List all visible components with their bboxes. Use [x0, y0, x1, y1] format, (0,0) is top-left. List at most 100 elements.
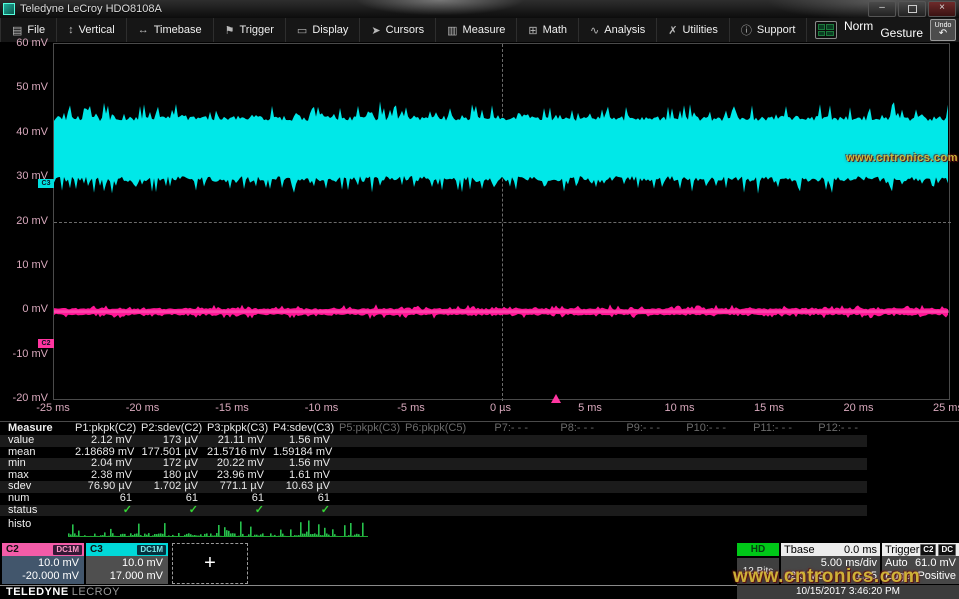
- measure-column-header[interactable]: P5:pkpk(C3): [339, 422, 405, 435]
- menu-item-measure[interactable]: ▥Measure: [436, 18, 517, 42]
- measure-value-cell: [735, 493, 801, 505]
- measure-column-header[interactable]: P7:- - -: [471, 422, 537, 435]
- trigger-source-badge: C2: [920, 544, 936, 556]
- channel-box-c3[interactable]: C3DC1M10.0 mV17.000 mV: [86, 543, 168, 584]
- menu-item-math[interactable]: ⊞Math: [517, 18, 579, 42]
- measure-column-header[interactable]: P12:- - -: [801, 422, 867, 435]
- display-grid-button[interactable]: [815, 21, 837, 39]
- measure-value-cell: [735, 447, 801, 459]
- channel-offset: -20.000 mV: [2, 570, 79, 583]
- measure-column-header[interactable]: P6:pkpk(C5): [405, 422, 471, 435]
- status-bar: TELEDYNE LECROY 10/15/2017 3:46:20 PM: [0, 585, 959, 599]
- measure-value-cell: [471, 447, 537, 459]
- menu-item-label: Measure: [463, 24, 506, 36]
- measure-value-cell: [603, 435, 669, 447]
- menu-item-label: Timebase: [154, 24, 202, 36]
- measure-column-header[interactable]: P8:- - -: [537, 422, 603, 435]
- measure-value-cell: [537, 447, 603, 459]
- measure-value-cell: [537, 458, 603, 470]
- menu-item-label: Analysis: [604, 24, 645, 36]
- menu-item-timebase[interactable]: ↔ Timebase: [127, 18, 214, 42]
- measure-value-cell: [339, 493, 405, 505]
- brand-logo: TELEDYNE LECROY: [0, 585, 737, 599]
- hd-cluster[interactable]: HD 12 Bits: [737, 543, 779, 584]
- trigger-level: 61.0 mV: [915, 557, 956, 570]
- measure-column-header[interactable]: P2:sdev(C2): [141, 422, 207, 435]
- x-axis-label: 10 ms: [650, 402, 710, 414]
- window-titlebar: Teledyne LeCroy HDO8108A – ×: [0, 0, 959, 18]
- measure-value-cell: [405, 493, 471, 505]
- add-channel-button[interactable]: +: [172, 543, 248, 584]
- gesture-label: Gesture: [880, 26, 923, 40]
- menu-item-label: Trigger: [239, 24, 273, 36]
- tbase-label: Tbase: [784, 544, 815, 556]
- measure-column-header[interactable]: P4:sdev(C3): [273, 422, 339, 435]
- menu-item-vertical[interactable]: ↕Vertical: [57, 18, 127, 42]
- measure-value-cell: 61: [207, 493, 273, 505]
- vertical-arrows-icon: ↕: [68, 24, 74, 36]
- measure-row-label: sdev: [0, 481, 75, 493]
- measure-value-cell: [471, 481, 537, 493]
- measure-value-cell: [471, 505, 537, 517]
- measure-column-header[interactable]: P1:pkpk(C2): [75, 422, 141, 435]
- measure-value-cell: [339, 447, 405, 459]
- menu-item-cursors[interactable]: ➤Cursors: [360, 18, 436, 42]
- measure-value-cell: 76.90 µV: [75, 481, 141, 493]
- restore-button[interactable]: [898, 1, 926, 17]
- horizontal-arrows-icon: ↔: [138, 24, 149, 36]
- measure-value-cell: [339, 470, 405, 482]
- measure-value-cell: [669, 435, 735, 447]
- measure-value-cell: [801, 481, 867, 493]
- measure-column-header[interactable]: P11:- - -: [735, 422, 801, 435]
- measure-value-cell: [669, 481, 735, 493]
- tbase-samples: 62.5 MS: [784, 570, 825, 583]
- measure-value-cell: [339, 435, 405, 447]
- measure-value-cell: [471, 470, 537, 482]
- y-axis-label: 10 mV: [0, 259, 48, 271]
- analysis-icon: ∿: [590, 24, 599, 37]
- measure-value-cell: [669, 447, 735, 459]
- menu-item-trigger[interactable]: ⚑Trigger: [214, 18, 286, 42]
- measure-column-header[interactable]: P9:- - -: [603, 422, 669, 435]
- channel-box-c2[interactable]: C2DC1M10.0 mV-20.000 mV: [2, 543, 84, 584]
- datetime-label: 10/15/2017 3:46:20 PM: [737, 585, 959, 599]
- undo-button[interactable]: Undo ↶: [930, 19, 956, 41]
- measure-value-cell: [537, 435, 603, 447]
- menu-item-display[interactable]: ▭Display: [286, 18, 360, 42]
- measure-value-cell: 61: [141, 493, 207, 505]
- measure-column-header[interactable]: P3:pkpk(C3): [207, 422, 273, 435]
- measure-value-cell: 2.38 mV: [75, 470, 141, 482]
- measure-value-cell: [669, 493, 735, 505]
- menu-item-support[interactable]: ⓘSupport: [730, 18, 808, 42]
- measure-value-cell: [405, 470, 471, 482]
- measure-value-cell: 61: [75, 493, 141, 505]
- close-button[interactable]: ×: [928, 1, 956, 17]
- measure-value-cell: ✓: [207, 505, 273, 517]
- trigger-box[interactable]: Trigger C2 DC Auto 61.0 mV Edge Positive: [882, 543, 959, 584]
- display-icon: ▭: [297, 24, 307, 37]
- timebase-box[interactable]: Tbase 0.0 ms 5.00 ms/div 62.5 MS 1.25: [781, 543, 880, 584]
- waveform-display[interactable]: 60 mV50 mV40 mV30 mV20 mV10 mV0 mV-10 mV…: [0, 42, 959, 421]
- menu-item-analysis[interactable]: ∿ Analysis: [579, 18, 657, 42]
- channel-marker-c2[interactable]: C2: [38, 339, 54, 348]
- menu-item-utilities[interactable]: ✗Utilities: [657, 18, 730, 42]
- x-axis-label: -5 ms: [381, 402, 441, 414]
- app-icon: [3, 3, 15, 15]
- measure-value-cell: [339, 505, 405, 517]
- measure-value-cell: [735, 505, 801, 517]
- measure-column-header[interactable]: P10:- - -: [669, 422, 735, 435]
- x-axis-label: 25 ms: [918, 402, 959, 414]
- channel-marker-c3[interactable]: C3: [38, 179, 54, 188]
- x-axis-label: -20 ms: [113, 402, 173, 414]
- measure-row-label: min: [0, 458, 75, 470]
- measure-value-cell: [339, 458, 405, 470]
- minimize-button[interactable]: –: [868, 1, 896, 17]
- window-title: Teledyne LeCroy HDO8108A: [20, 3, 162, 15]
- tbase-per-div: 5.00 ms/div: [821, 557, 877, 570]
- menubar: ▤File↕Vertical↔Timebase⚑Trigger▭Display➤…: [0, 18, 959, 43]
- norm-label: Norm: [844, 19, 873, 33]
- measure-value-cell: [405, 505, 471, 517]
- measure-value-cell: [537, 481, 603, 493]
- measure-value-cell: [603, 493, 669, 505]
- y-axis-label: 0 mV: [0, 303, 48, 315]
